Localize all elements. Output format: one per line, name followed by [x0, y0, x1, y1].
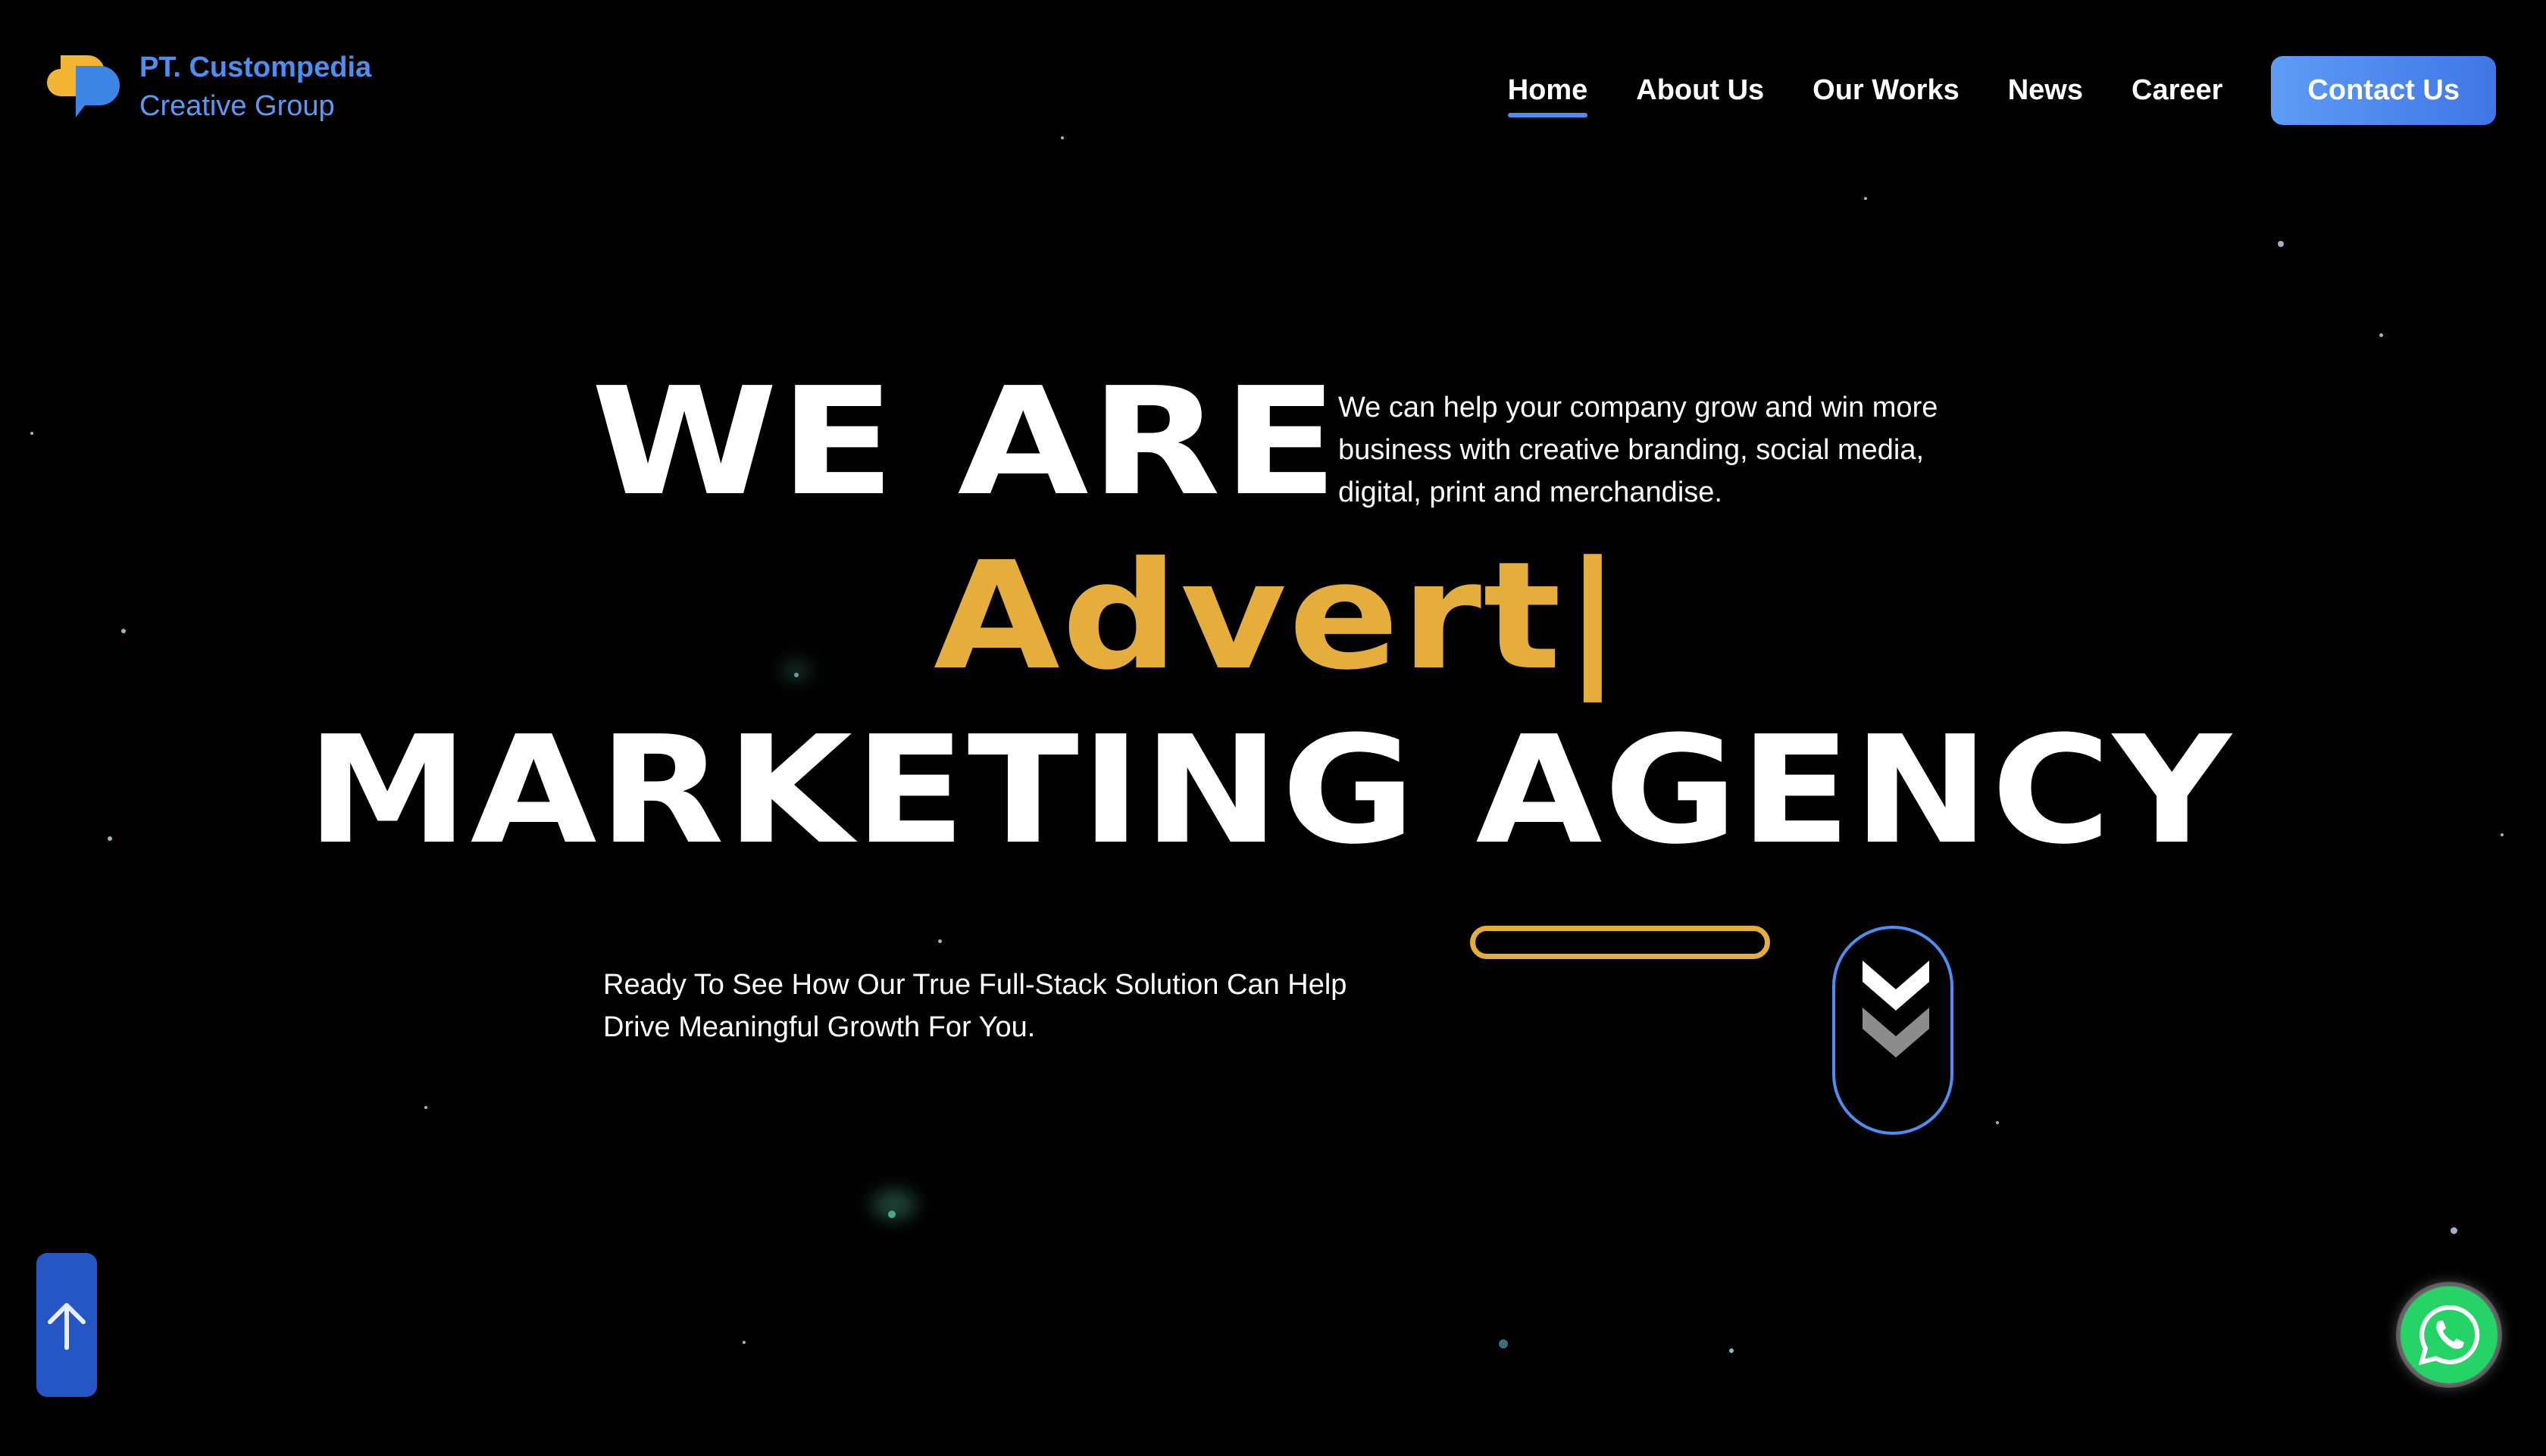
brand-logo[interactable]: PT. Custompedia Creative Group: [47, 48, 371, 127]
nav-item-career[interactable]: Career: [2132, 74, 2222, 107]
star: [30, 432, 33, 435]
star: [1499, 1339, 1508, 1348]
whatsapp-button[interactable]: [2401, 1286, 2498, 1383]
star: [108, 836, 112, 841]
hero-heading-line3: MARKETING AGENCY: [306, 705, 2233, 877]
logo-icon: [47, 49, 123, 125]
star: [1864, 197, 1867, 200]
main-nav: Home About Us Our Works News Career Cont…: [1507, 56, 2496, 125]
back-to-top-button[interactable]: [36, 1253, 97, 1397]
brand-name: PT. Custompedia: [139, 52, 372, 83]
hero-cta-text: Ready To See How Our True Full-Stack Sol…: [603, 969, 1347, 1043]
progress-pill: [1470, 926, 1770, 959]
star: [2501, 833, 2504, 836]
star: [1061, 136, 1064, 139]
star: [2379, 333, 2383, 337]
double-chevron-down-icon: [1863, 961, 1929, 1058]
star: [743, 1341, 746, 1344]
nav-item-our-works[interactable]: Our Works: [1813, 74, 1960, 107]
hero-typed-word: Advert|: [934, 530, 1625, 703]
star: [1729, 1348, 1734, 1353]
contact-us-button[interactable]: Contact Us: [2271, 56, 2496, 125]
star: [888, 1211, 896, 1218]
star: [1996, 1121, 1999, 1124]
nav-item-home[interactable]: Home: [1507, 74, 1587, 117]
star: [2278, 241, 2284, 247]
star: [2451, 1227, 2457, 1234]
nav-item-news[interactable]: News: [2008, 74, 2083, 107]
star: [424, 1106, 427, 1109]
whatsapp-icon: [2418, 1304, 2480, 1366]
brand-tagline: Creative Group: [139, 90, 335, 123]
hero-description: We can help your company grow and win mo…: [1338, 392, 1938, 508]
nebula-glow: [780, 659, 811, 682]
star: [794, 673, 799, 677]
star: [121, 629, 126, 633]
hero-heading-line1: WE ARE: [591, 356, 1340, 529]
star: [938, 939, 942, 943]
arrow-up-icon: [48, 1303, 86, 1350]
scroll-down-button[interactable]: [1832, 926, 1953, 1135]
nav-item-about-us[interactable]: About Us: [1636, 74, 1764, 107]
